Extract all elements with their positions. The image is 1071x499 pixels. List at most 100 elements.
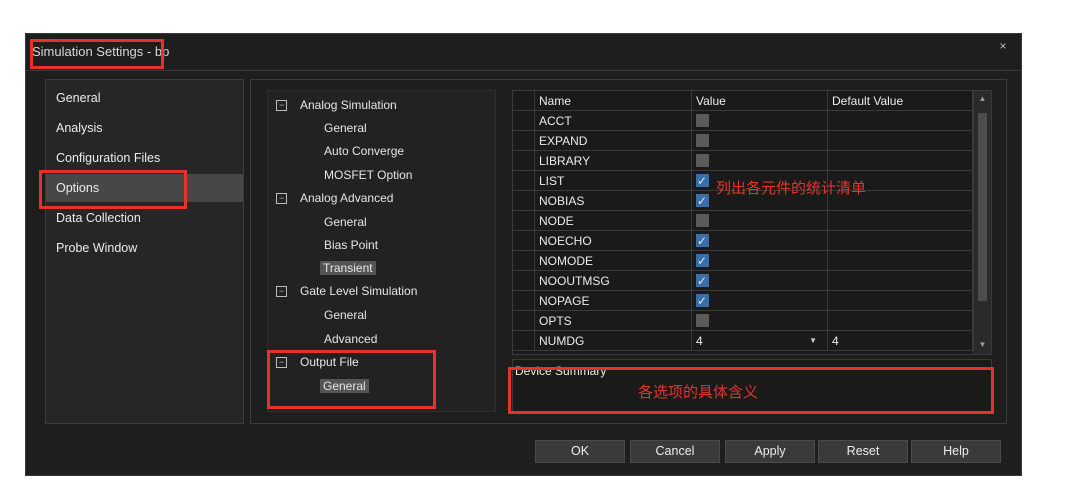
annotation-list-note: 列出各元件的统计清单 — [716, 180, 867, 197]
option-name: EXPAND — [535, 131, 692, 151]
grid-header-row: Name Value Default Value — [513, 91, 973, 111]
simulation-settings-dialog: Simulation Settings - bp × General Analy… — [25, 33, 1022, 476]
option-name: ACCT — [535, 111, 692, 131]
tree-node-transient[interactable]: Transient — [320, 258, 376, 278]
tree-node-label: MOSFET Option — [324, 168, 413, 182]
table-row[interactable]: ACCT — [513, 111, 973, 131]
checkbox[interactable] — [696, 314, 709, 327]
nav-item-data-collection[interactable]: Data Collection — [46, 208, 243, 236]
row-header — [513, 331, 535, 351]
option-name: NOMODE — [535, 251, 692, 271]
reset-button[interactable]: Reset — [818, 440, 908, 463]
collapse-icon[interactable]: − — [276, 286, 287, 297]
option-default — [828, 131, 973, 151]
checkbox-checked[interactable] — [696, 291, 709, 311]
tree-node-bias-point[interactable]: Bias Point — [324, 235, 378, 255]
options-tree: − Analog Simulation General Auto Converg… — [267, 90, 496, 412]
option-value[interactable] — [692, 211, 828, 231]
tree-node-general[interactable]: General — [324, 212, 367, 232]
checkbox[interactable] — [696, 214, 709, 227]
table-row[interactable]: EXPAND — [513, 131, 973, 151]
option-name: NODE — [535, 211, 692, 231]
row-header — [513, 271, 535, 291]
option-name: NOBIAS — [535, 191, 692, 211]
row-header — [513, 311, 535, 331]
option-default — [828, 251, 973, 271]
cancel-button[interactable]: Cancel — [630, 440, 720, 463]
tree-node-mosfet-option[interactable]: MOSFET Option — [324, 165, 412, 185]
option-value[interactable] — [692, 111, 828, 131]
nav-item-configuration-files[interactable]: Configuration Files — [46, 148, 243, 176]
checkbox[interactable] — [696, 114, 709, 127]
option-default — [828, 151, 973, 171]
tree-node-label: Gate Level Simulation — [300, 284, 418, 298]
help-button[interactable]: Help — [911, 440, 1001, 463]
tree-node-general[interactable]: General — [324, 305, 367, 325]
column-header-default-value[interactable]: Default Value — [828, 91, 973, 111]
column-header-value[interactable]: Value — [692, 91, 828, 111]
nav-item-general[interactable]: General — [46, 88, 243, 116]
option-default — [828, 111, 973, 131]
apply-button[interactable]: Apply — [725, 440, 815, 463]
row-header — [513, 91, 535, 111]
tree-node-label: Output File — [300, 355, 359, 369]
option-value[interactable] — [692, 291, 828, 311]
title-bar[interactable]: Simulation Settings - bp × — [26, 34, 1021, 71]
collapse-icon[interactable]: − — [276, 100, 287, 111]
option-value-dropdown[interactable]: 4 ▼ — [692, 331, 828, 351]
checkbox-checked[interactable] — [696, 251, 709, 271]
grid-scrollbar[interactable]: ▲ ▼ — [973, 91, 991, 354]
nav-item-options[interactable]: Options — [46, 174, 243, 202]
tree-node-label: General — [324, 308, 367, 322]
window-title: Simulation Settings - bp — [32, 44, 170, 59]
table-row[interactable]: NUMDG 4 ▼ 4 — [513, 331, 973, 351]
option-value[interactable] — [692, 131, 828, 151]
collapse-icon[interactable]: − — [276, 357, 287, 368]
option-default — [828, 291, 973, 311]
option-value[interactable] — [692, 271, 828, 291]
option-value[interactable] — [692, 151, 828, 171]
nav-item-probe-window[interactable]: Probe Window — [46, 238, 243, 266]
collapse-icon[interactable]: − — [276, 193, 287, 204]
options-panel: − Analog Simulation General Auto Converg… — [250, 79, 1007, 424]
row-header — [513, 291, 535, 311]
nav-item-analysis[interactable]: Analysis — [46, 118, 243, 146]
option-value[interactable] — [692, 231, 828, 251]
checkbox-checked[interactable] — [696, 171, 709, 191]
tree-node-advanced[interactable]: Advanced — [324, 329, 377, 349]
option-name: NOOUTMSG — [535, 271, 692, 291]
tree-node-auto-converge[interactable]: Auto Converge — [324, 141, 404, 161]
row-header — [513, 211, 535, 231]
category-list: General Analysis Configuration Files Opt… — [45, 79, 244, 424]
table-row[interactable]: OPTS — [513, 311, 973, 331]
option-default — [828, 231, 973, 251]
option-value[interactable] — [692, 251, 828, 271]
option-value[interactable] — [692, 311, 828, 331]
ok-button[interactable]: OK — [535, 440, 625, 463]
chevron-down-icon[interactable]: ▼ — [809, 331, 817, 351]
checkbox-checked[interactable] — [696, 231, 709, 251]
scroll-thumb[interactable] — [978, 113, 987, 301]
scroll-down-icon[interactable]: ▼ — [978, 341, 987, 349]
tree-node-general[interactable]: General — [320, 376, 369, 396]
table-row[interactable]: NOOUTMSG — [513, 271, 973, 291]
tree-node-label: Advanced — [324, 332, 378, 346]
table-row[interactable]: NOMODE — [513, 251, 973, 271]
tree-node-label: Auto Converge — [324, 144, 405, 158]
table-row[interactable]: NOECHO — [513, 231, 973, 251]
scroll-up-icon[interactable]: ▲ — [978, 95, 987, 103]
option-default — [828, 311, 973, 331]
table-row[interactable]: NODE — [513, 211, 973, 231]
table-row[interactable]: LIBRARY — [513, 151, 973, 171]
column-header-name[interactable]: Name — [535, 91, 692, 111]
tree-node-general[interactable]: General — [324, 118, 367, 138]
checkbox-checked[interactable] — [696, 271, 709, 291]
table-row[interactable]: NOPAGE — [513, 291, 973, 311]
tree-node-label: Analog Simulation — [300, 98, 397, 112]
checkbox-checked[interactable] — [696, 191, 709, 211]
option-name: NUMDG — [535, 331, 692, 351]
tree-node-label: Transient — [320, 261, 376, 275]
close-icon[interactable]: × — [995, 38, 1011, 54]
checkbox[interactable] — [696, 154, 709, 167]
checkbox[interactable] — [696, 134, 709, 147]
